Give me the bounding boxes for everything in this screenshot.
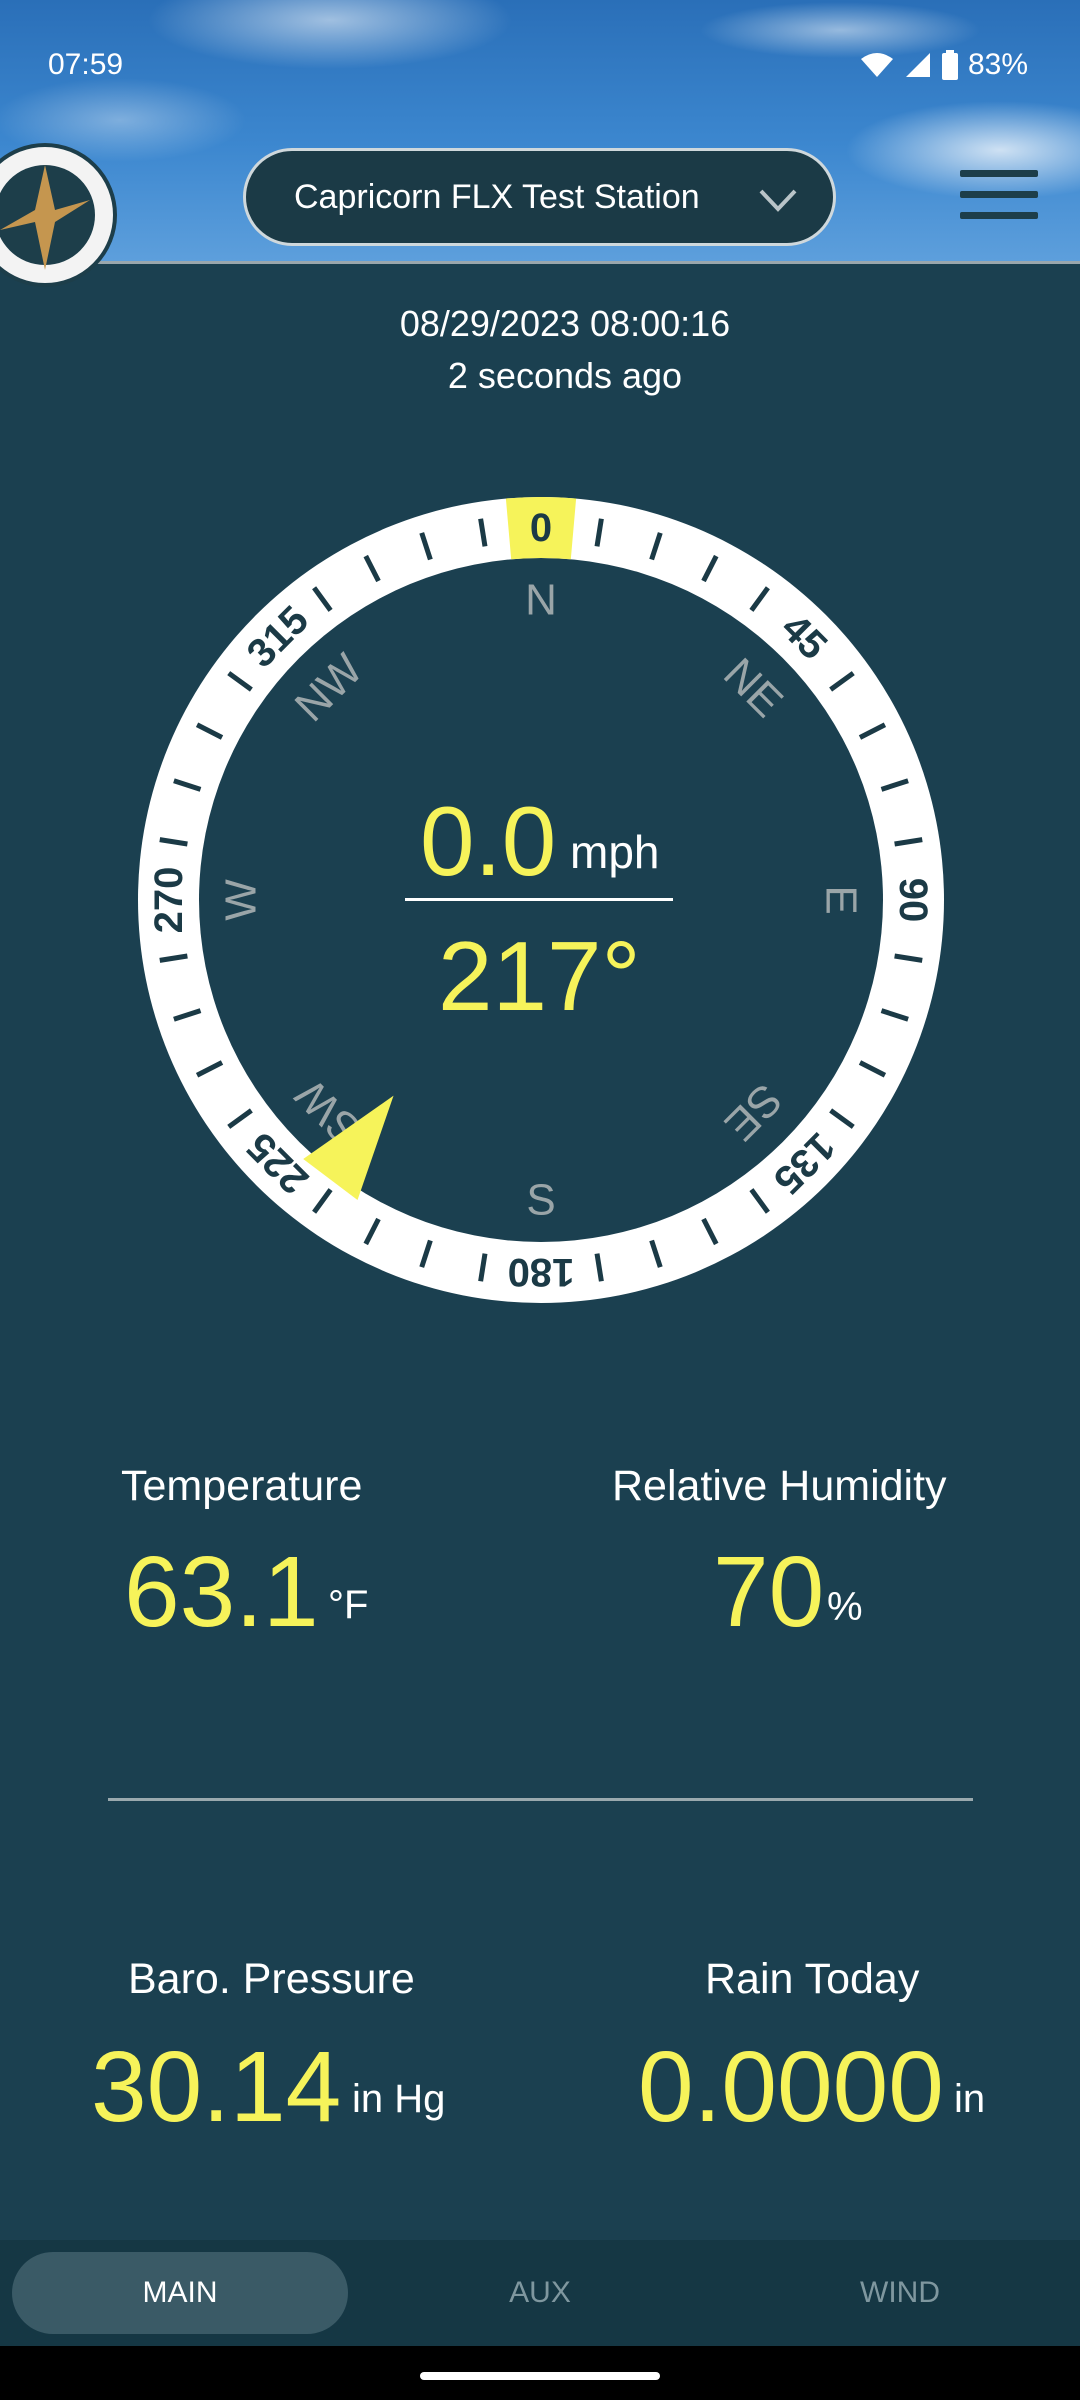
humidity-value: 70 (713, 1536, 825, 1648)
bottom-tab-bar: MAIN AUX WIND (0, 2240, 1080, 2346)
station-name: Capricorn FLX Test Station (294, 177, 700, 216)
temperature-label: Temperature (121, 1462, 363, 1510)
temperature-unit: °F (328, 1583, 369, 1627)
wind-speed-unit: mph (570, 826, 660, 878)
temperature-value: 63.1 (124, 1536, 319, 1648)
compass-cardinal-label: N (525, 576, 557, 625)
status-time: 07:59 (48, 48, 124, 81)
compass-cardinal-label: E (817, 885, 866, 914)
reading-timestamp: 08/29/2023 08:00:16 (399, 303, 731, 344)
pressure-label: Baro. Pressure (128, 1955, 415, 2003)
rain-label: Rain Today (705, 1955, 920, 2003)
battery-percent: 83% (967, 48, 1028, 81)
signal-icon (905, 53, 930, 77)
menu-icon[interactable] (960, 170, 1038, 228)
compass-cardinal-label: W (217, 879, 266, 921)
tab-wind[interactable]: WIND (732, 2252, 1068, 2334)
metrics-divider (108, 1798, 973, 1801)
home-gesture-handle[interactable] (420, 2372, 660, 2380)
humidity-label: Relative Humidity (612, 1462, 947, 1510)
compass-degree-label: 0 (530, 506, 552, 550)
compass-logo-icon (0, 143, 117, 287)
tab-main[interactable]: MAIN (12, 2252, 348, 2334)
wind-direction-value: 217° (438, 921, 641, 1031)
wifi-icon (860, 53, 893, 77)
compass-degree-label: 270 (147, 867, 191, 934)
compass-degree-label: 180 (508, 1250, 575, 1294)
status-icons: 83% (860, 48, 1028, 82)
pressure-unit: in Hg (352, 2077, 446, 2121)
compass-cardinal-label: S (526, 1176, 555, 1225)
wind-speed-value: 0.0 (420, 786, 557, 896)
rain-unit: in (954, 2077, 986, 2121)
tab-aux[interactable]: AUX (372, 2252, 708, 2334)
wind-divider (405, 898, 673, 901)
pressure-value: 30.14 (91, 2031, 342, 2143)
chevron-down-icon (759, 189, 797, 212)
rain-value: 0.0000 (638, 2031, 944, 2143)
compass-degree-label: 90 (891, 878, 935, 923)
humidity-unit: % (827, 1585, 863, 1629)
reading-age: 2 seconds ago (447, 355, 683, 396)
station-selector[interactable]: Capricorn FLX Test Station (243, 148, 836, 246)
battery-icon (941, 50, 958, 80)
